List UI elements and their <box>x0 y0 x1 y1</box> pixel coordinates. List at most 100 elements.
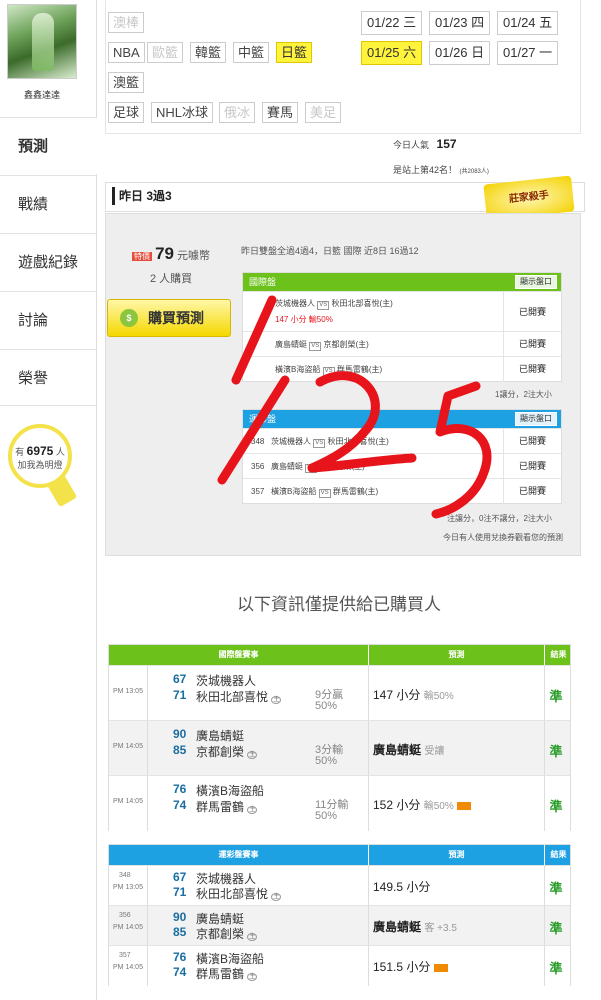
league-btn-soccer[interactable]: 足球 <box>108 102 145 123</box>
header-pick: 預測 <box>368 645 544 665</box>
follow-count: 6975 <box>26 444 54 458</box>
game-no: 348 <box>119 872 131 879</box>
hot-icon <box>433 963 448 972</box>
league-btn-jp-basketball[interactable]: 日籃 <box>276 42 313 63</box>
pick-note: 客 +3.5 <box>424 923 457 934</box>
rank-small: (共2083人) <box>459 169 489 175</box>
rank-text: 是站上第42名！ <box>393 165 458 175</box>
vs-icon: VS <box>309 342 322 351</box>
home-team: 秋田北部喜悅 <box>196 887 269 901</box>
price: 特價 79 元噱幣 <box>132 244 210 264</box>
league-btn-us-football[interactable]: 美足 <box>305 102 342 123</box>
popularity-value: 157 <box>436 137 457 151</box>
game-time: PM 14:05 <box>113 798 143 805</box>
league-btn-aus-basketball[interactable]: 澳籃 <box>108 72 145 93</box>
show-odds-button[interactable]: 顯示盤口 <box>515 412 557 426</box>
league-btn-russia-hockey[interactable]: 俄冰 <box>219 102 256 123</box>
home-team: 群馬雷鶴(主) <box>336 365 383 374</box>
hot-tag: 特價 <box>132 252 152 261</box>
away-score: 67 <box>173 672 187 686</box>
weekday-text: 四 <box>471 15 485 30</box>
pick: 152 小分 <box>373 798 421 812</box>
game-no: 348 <box>251 437 265 446</box>
status: 已開賽 <box>503 292 561 332</box>
league-btn-cn-basketball[interactable]: 中籃 <box>233 42 270 63</box>
popularity-stat: 今日人氣 157 <box>393 137 457 151</box>
pick-cell: 151.5 小分 <box>373 958 448 975</box>
game-no: 357 <box>251 487 265 496</box>
match: 357 橫濱B海盜船 VS 群馬雷鶴(主) <box>251 479 378 504</box>
match: 348 茨城機器人 VS 秋田北部喜悅(主) <box>251 429 389 454</box>
home-icon: 主 <box>271 696 282 704</box>
away-team: 橫濱B海盜船 <box>275 365 321 374</box>
lightbulb-follow[interactable]: 有 6975 人 加我為明燈 <box>8 424 72 488</box>
league-btn-euro-basketball[interactable]: 歐籃 <box>147 42 184 63</box>
home-team: 秋田北部喜悅(主) <box>331 299 393 308</box>
game-time: PM 14:05 <box>113 964 143 971</box>
popularity-label: 今日人氣 <box>393 140 430 150</box>
header-pick: 預測 <box>368 845 544 865</box>
result: 準 <box>549 744 563 759</box>
divider <box>147 776 148 831</box>
intl-table: 國際盤賽事 預測 結果 PM 13:05 67 茨城機器人 71 秋田北部喜悅 … <box>108 644 571 831</box>
odds-pct: 50% <box>315 755 338 767</box>
buy-prediction-button[interactable]: $ 購買預測 <box>107 299 231 337</box>
coin-icon: $ <box>120 309 138 327</box>
divider <box>147 906 148 945</box>
result: 準 <box>549 961 563 976</box>
table-row: PM 14:05 76 橫濱B海盜船 74 群馬雷鶴 主 11分輸 50% 15… <box>109 775 570 831</box>
weekday-text: 一 <box>539 45 553 60</box>
vs-icon: VS <box>322 367 335 376</box>
info-heading: 以下資訊僅提供給已購買人 <box>237 595 441 614</box>
tw-block-row: 356 廣島蜻蜓 VS 京都創榮(主) 已開賽 <box>243 453 561 479</box>
league-btn-horse-racing[interactable]: 賽馬 <box>262 102 299 123</box>
sidebar-item-prediction[interactable]: 預測 <box>0 117 98 174</box>
away-team: 茨城機器人 <box>196 674 257 688</box>
date-btn-0126[interactable]: 01/26 日 <box>429 41 491 65</box>
match: 廣島蜻蜓 VS 京都創榮(主) <box>275 332 369 357</box>
game-time: PM 13:05 <box>113 884 143 891</box>
home-team: 京都創榮 <box>196 927 245 941</box>
date-btn-0124[interactable]: 01/24 五 <box>497 11 559 35</box>
show-odds-button[interactable]: 顯示盤口 <box>515 275 557 289</box>
header-result: 結果 <box>544 645 572 665</box>
date-btn-0122[interactable]: 01/22 三 <box>361 11 423 35</box>
sidebar-item-game-log[interactable]: 遊戲紀錄 <box>0 233 97 290</box>
pick-cell: 147 小分 輸50% <box>373 686 454 703</box>
avatar[interactable] <box>7 4 77 79</box>
sidebar-item-record[interactable]: 戰績 <box>0 175 97 232</box>
intl-block-row: 廣島蜻蜓 VS 京都創榮(主) 已開賽 <box>243 331 561 357</box>
sidebar-item-discussion[interactable]: 討論 <box>0 291 97 348</box>
tw-footer: 今日有人使用兌換券觀看您的預測 <box>443 533 563 542</box>
home-score: 85 <box>173 743 187 757</box>
result: 準 <box>549 689 563 704</box>
tw-block-row: 357 橫濱B海盜船 VS 群馬雷鶴(主) 已開賽 <box>243 478 561 504</box>
pick-note: 受讓 <box>424 746 445 757</box>
league-btn-aus-baseball[interactable]: 澳棒 <box>108 12 145 33</box>
date-btn-0125[interactable]: 01/25 六 <box>361 41 423 65</box>
tw-block-row: 348 茨城機器人 VS 秋田北部喜悅(主) 已開賽 <box>243 428 561 454</box>
home-team: 群馬雷鶴 <box>196 967 245 981</box>
home-team: 秋田北部喜悅(主) <box>327 437 389 446</box>
table-row: PM 14:05 90 廣島蜻蜓 85 京都創榮 主 3分輸 50% 廣島蜻蜓 … <box>109 720 570 775</box>
header-match: 運彩盤賽事 <box>218 850 259 859</box>
sidebar-item-honor[interactable]: 榮譽 <box>0 349 97 406</box>
league-btn-kor-basketball[interactable]: 韓籃 <box>190 42 227 63</box>
divider <box>368 721 369 775</box>
league-btn-nba[interactable]: NBA <box>108 42 145 63</box>
intl-block-row: 橫濱B海盜船 VS 群馬雷鶴(主) 已開賽 <box>243 356 561 382</box>
divider <box>368 946 369 986</box>
divider <box>147 721 148 775</box>
home-score: 74 <box>173 965 187 979</box>
home-team: 群馬雷鶴(主) <box>332 487 379 496</box>
home-team-cell: 秋田北部喜悅 主 <box>196 688 282 705</box>
date-btn-0123[interactable]: 01/23 四 <box>429 11 491 35</box>
date-btn-0127[interactable]: 01/27 一 <box>497 41 559 65</box>
game-time: PM 13:05 <box>113 688 143 695</box>
vs-icon: VS <box>305 464 318 473</box>
pick-cell: 廣島蜻蜓 客 +3.5 <box>373 918 457 935</box>
match: 茨城機器人 VS 秋田北部喜悅(主) 147 小分 輸50% <box>275 296 393 328</box>
away-score: 67 <box>173 870 187 884</box>
league-btn-nhl[interactable]: NHL冰球 <box>151 102 214 123</box>
home-icon: 主 <box>247 751 258 759</box>
